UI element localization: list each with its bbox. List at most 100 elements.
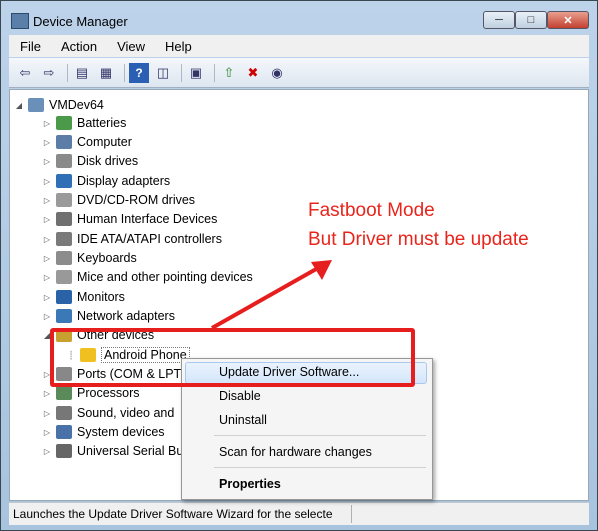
minimize-button[interactable]: ─ xyxy=(483,11,515,29)
tree-item-label: Disk drives xyxy=(77,154,139,168)
system-device-icon xyxy=(56,425,72,439)
tree-item-keyboards[interactable]: ▷ Keyboards xyxy=(42,249,137,267)
tree-item-monitors[interactable]: ▷ Monitors xyxy=(42,288,125,306)
tree-item-human-interface-devices[interactable]: ▷ Human Interface Devices xyxy=(42,210,217,228)
expand-icon[interactable]: ▷ xyxy=(42,428,52,437)
expand-icon[interactable]: ▷ xyxy=(42,196,52,205)
menu-item-properties[interactable]: Properties xyxy=(219,477,281,491)
expand-icon[interactable]: ▷ xyxy=(42,138,52,147)
dvd-drive-icon xyxy=(56,193,72,207)
annotation-highlight-box xyxy=(50,328,415,387)
menu-action[interactable]: Action xyxy=(50,39,106,54)
annotation-line-2: But Driver must be update xyxy=(308,229,529,250)
tree-item-label: Display adapters xyxy=(77,174,171,188)
toolbar: ⇦ ⇨ ▤ ▦ ? ◫ ▣ ⇧ ✖ ◉ xyxy=(9,58,589,88)
expand-icon[interactable]: ▷ xyxy=(42,215,52,224)
tree-item-label: Mice and other pointing devices xyxy=(77,270,253,284)
computer-icon xyxy=(28,98,44,112)
tree-root-label: VMDev64 xyxy=(49,98,104,112)
toolbar-separator xyxy=(214,63,215,82)
computer-icon xyxy=(56,135,72,149)
menu-item-scan-for-hardware-changes[interactable]: Scan for hardware changes xyxy=(219,445,372,459)
tree-item-usb[interactable]: ▷ Universal Serial Bu xyxy=(42,442,183,460)
toolbar-separator xyxy=(181,63,182,82)
expand-icon[interactable]: ▷ xyxy=(42,254,52,263)
menu-item-uninstall[interactable]: Uninstall xyxy=(219,413,267,427)
tree-item-display-adapters[interactable]: ▷ Display adapters xyxy=(42,172,170,190)
update-driver-icon[interactable]: ⇧ xyxy=(219,63,239,83)
menu-item-disable[interactable]: Disable xyxy=(219,389,261,403)
tree-item-label: System devices xyxy=(77,425,165,439)
disable-icon[interactable]: ◉ xyxy=(267,63,287,83)
help-icon[interactable]: ? xyxy=(129,62,149,83)
tree-item-label: Computer xyxy=(77,135,132,149)
action-pane-icon[interactable]: ◫ xyxy=(153,63,173,83)
tree-root[interactable]: ◢ VMDev64 xyxy=(14,96,104,114)
status-bar: Launches the Update Driver Software Wiza… xyxy=(9,502,589,525)
tree-item-label: Sound, video and xyxy=(77,406,175,420)
menu-bar: File Action View Help xyxy=(9,35,589,57)
speaker-icon xyxy=(56,406,72,420)
tree-item-ide-ata-atapi-controllers[interactable]: ▷ IDE ATA/ATAPI controllers xyxy=(42,230,222,248)
processor-icon xyxy=(56,386,72,400)
menu-file[interactable]: File xyxy=(9,39,50,54)
tree-item-system-devices[interactable]: ▷ System devices xyxy=(42,423,165,441)
keyboard-icon xyxy=(56,251,72,265)
forward-arrow-icon[interactable]: ⇨ xyxy=(39,63,59,83)
tree-item-disk-drives[interactable]: ▷ Disk drives xyxy=(42,152,138,170)
expand-icon[interactable]: ▷ xyxy=(42,293,52,302)
battery-icon xyxy=(56,116,72,130)
title-bar[interactable]: Device Manager ─ □ ✕ xyxy=(1,1,597,33)
expand-icon[interactable]: ▷ xyxy=(42,409,52,418)
disk-drive-icon xyxy=(56,154,72,168)
tree-item-label: Monitors xyxy=(77,290,125,304)
tree-item-dvd-cd-rom-drives[interactable]: ▷ DVD/CD-ROM drives xyxy=(42,191,195,209)
monitor-icon xyxy=(56,290,72,304)
menu-separator xyxy=(214,467,426,468)
expand-icon[interactable]: ▷ xyxy=(42,273,52,282)
tree-item-label: Network adapters xyxy=(77,309,175,323)
expand-icon[interactable]: ▷ xyxy=(42,312,52,321)
expand-icon[interactable]: ▷ xyxy=(42,447,52,456)
maximize-button[interactable]: □ xyxy=(515,11,547,29)
back-arrow-icon[interactable]: ⇦ xyxy=(15,63,35,83)
show-hide-console-tree-icon[interactable]: ▤ xyxy=(72,63,92,83)
tree-item-label: Human Interface Devices xyxy=(77,212,218,226)
tree-item-sound-video[interactable]: ▷ Sound, video and xyxy=(42,404,174,422)
minimize-icon: ─ xyxy=(495,14,503,26)
tree-item-mice[interactable]: ▷ Mice and other pointing devices xyxy=(42,268,253,286)
tree-item-batteries[interactable]: ▷ Batteries xyxy=(42,114,126,132)
scan-hardware-icon[interactable]: ▣ xyxy=(186,63,206,83)
expand-icon[interactable]: ▷ xyxy=(42,389,52,398)
tree-item-network-adapters[interactable]: ▷ Network adapters xyxy=(42,307,175,325)
toolbar-separator xyxy=(67,63,68,82)
close-icon: ✕ xyxy=(563,14,573,27)
network-adapter-icon xyxy=(56,309,72,323)
tree-item-label: IDE ATA/ATAPI controllers xyxy=(77,232,222,246)
collapse-icon[interactable]: ◢ xyxy=(14,101,24,110)
uninstall-icon[interactable]: ✖ xyxy=(243,63,263,83)
annotation-line-1: Fastboot Mode xyxy=(308,200,435,221)
tree-item-label: Processors xyxy=(77,386,140,400)
properties-icon[interactable]: ▦ xyxy=(96,63,116,83)
tree-item-label: DVD/CD-ROM drives xyxy=(77,193,196,207)
expand-icon[interactable]: ▷ xyxy=(42,177,52,186)
tree-item-label: Keyboards xyxy=(77,251,137,265)
tree-item-computer[interactable]: ▷ Computer xyxy=(42,133,132,151)
expand-icon[interactable]: ▷ xyxy=(42,119,52,128)
expand-icon[interactable]: ▷ xyxy=(42,157,52,166)
expand-icon[interactable]: ▷ xyxy=(42,235,52,244)
ide-controller-icon xyxy=(56,232,72,246)
status-text: Launches the Update Driver Software Wiza… xyxy=(13,507,333,521)
menu-help[interactable]: Help xyxy=(154,39,201,54)
usb-icon xyxy=(56,444,72,458)
tree-item-label: Batteries xyxy=(77,116,127,130)
status-separator xyxy=(351,505,352,523)
menu-separator xyxy=(214,435,426,436)
device-manager-app-icon xyxy=(11,13,29,29)
hid-icon xyxy=(56,212,72,226)
menu-view[interactable]: View xyxy=(106,39,154,54)
close-button[interactable]: ✕ xyxy=(547,11,589,29)
window-title: Device Manager xyxy=(33,14,128,29)
display-adapter-icon xyxy=(56,174,72,188)
